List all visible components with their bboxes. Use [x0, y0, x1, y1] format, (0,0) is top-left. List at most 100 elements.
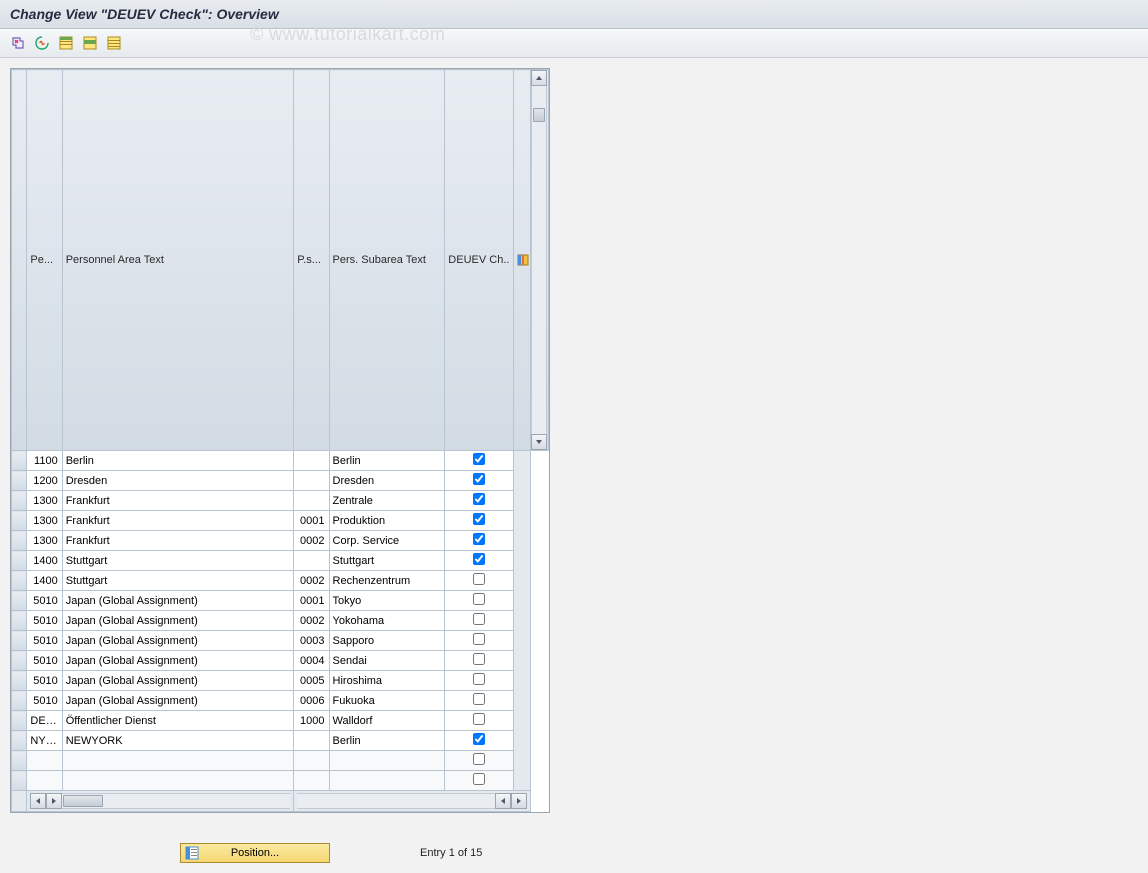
cell-personnel-subarea[interactable]: 0002: [294, 611, 329, 631]
deuev-checkbox[interactable]: [473, 533, 485, 545]
row-selector[interactable]: [12, 771, 27, 791]
cell-personnel-area[interactable]: DE01: [27, 711, 62, 731]
cell-deuev-check[interactable]: [445, 731, 513, 751]
cell-personnel-subarea[interactable]: 0002: [294, 531, 329, 551]
cell-personnel-subarea[interactable]: 0006: [294, 691, 329, 711]
cell-personnel-subarea[interactable]: [294, 491, 329, 511]
deuev-checkbox[interactable]: [473, 733, 485, 745]
cell-personnel-area[interactable]: 1300: [27, 531, 62, 551]
scroll-left-button[interactable]: [30, 793, 46, 809]
col-personnel-subarea-text[interactable]: Pers. Subarea Text: [329, 70, 445, 451]
cell-deuev-check[interactable]: [445, 671, 513, 691]
scroll-right-button[interactable]: [46, 793, 62, 809]
cell-personnel-area[interactable]: 1300: [27, 511, 62, 531]
cell-personnel-subarea[interactable]: 0003: [294, 631, 329, 651]
select-all-button[interactable]: [56, 33, 76, 53]
deuev-checkbox[interactable]: [473, 453, 485, 465]
deuev-checkbox[interactable]: [473, 573, 485, 585]
row-selector[interactable]: [12, 571, 27, 591]
cell-personnel-area[interactable]: 5010: [27, 631, 62, 651]
scroll-thumb[interactable]: [533, 108, 545, 122]
cell-personnel-area[interactable]: 5010: [27, 671, 62, 691]
cell-deuev-check[interactable]: [445, 691, 513, 711]
cell-personnel-area[interactable]: 5010: [27, 691, 62, 711]
scroll-left-button-2[interactable]: [495, 793, 511, 809]
cell-personnel-subarea[interactable]: [294, 451, 329, 471]
deselect-all-button[interactable]: [104, 33, 124, 53]
cell-personnel-subarea[interactable]: 0005: [294, 671, 329, 691]
cell-personnel-area[interactable]: 5010: [27, 651, 62, 671]
cell-personnel-area[interactable]: 1400: [27, 551, 62, 571]
cell-personnel-subarea[interactable]: 0004: [294, 651, 329, 671]
cell-deuev-check[interactable]: [445, 471, 513, 491]
cell-personnel-subarea[interactable]: 1000: [294, 711, 329, 731]
cell-deuev-check[interactable]: [445, 651, 513, 671]
row-selector-header[interactable]: [12, 70, 27, 451]
row-selector[interactable]: [12, 611, 27, 631]
row-selector[interactable]: [12, 511, 27, 531]
row-selector[interactable]: [12, 651, 27, 671]
other-view-button[interactable]: [8, 33, 28, 53]
cell-personnel-area[interactable]: NY01: [27, 731, 62, 751]
deuev-checkbox[interactable]: [473, 593, 485, 605]
col-personnel-area[interactable]: Pe...: [27, 70, 62, 451]
row-selector[interactable]: [12, 471, 27, 491]
cell-personnel-subarea[interactable]: 0001: [294, 511, 329, 531]
row-selector[interactable]: [12, 671, 27, 691]
row-selector[interactable]: [12, 751, 27, 771]
select-block-button[interactable]: [80, 33, 100, 53]
deuev-checkbox[interactable]: [473, 633, 485, 645]
cell-deuev-check[interactable]: [445, 551, 513, 571]
cell-personnel-subarea[interactable]: [294, 471, 329, 491]
horizontal-scrollbar-left[interactable]: [30, 793, 290, 809]
row-selector[interactable]: [12, 451, 27, 471]
cell-personnel-area[interactable]: 1200: [27, 471, 62, 491]
cell-personnel-subarea[interactable]: 0002: [294, 571, 329, 591]
cell-personnel-area[interactable]: 1400: [27, 571, 62, 591]
row-selector[interactable]: [12, 711, 27, 731]
row-selector[interactable]: [12, 491, 27, 511]
cell-deuev-check[interactable]: [445, 611, 513, 631]
cell-personnel-area[interactable]: 5010: [27, 611, 62, 631]
deuev-checkbox[interactable]: [473, 713, 485, 725]
cell-deuev-check[interactable]: [445, 451, 513, 471]
row-selector[interactable]: [12, 531, 27, 551]
row-selector[interactable]: [12, 691, 27, 711]
deuev-checkbox[interactable]: [473, 753, 485, 765]
deuev-checkbox[interactable]: [473, 553, 485, 565]
cell-deuev-check[interactable]: [445, 711, 513, 731]
cell-personnel-subarea[interactable]: 0001: [294, 591, 329, 611]
vertical-scrollbar[interactable]: [531, 70, 547, 450]
cell-personnel-area[interactable]: 5010: [27, 591, 62, 611]
position-button[interactable]: Position...: [180, 843, 330, 863]
deuev-checkbox[interactable]: [473, 513, 485, 525]
deuev-checkbox[interactable]: [473, 773, 485, 785]
configure-columns-button[interactable]: [513, 70, 531, 451]
cell-personnel-subarea[interactable]: [294, 551, 329, 571]
cell-deuev-check[interactable]: [445, 531, 513, 551]
cell-personnel-subarea[interactable]: [294, 731, 329, 751]
cell-personnel-area[interactable]: 1300: [27, 491, 62, 511]
scroll-up-button[interactable]: [531, 70, 547, 86]
row-selector[interactable]: [12, 551, 27, 571]
scroll-right-button-2[interactable]: [511, 793, 527, 809]
cell-deuev-check[interactable]: [445, 511, 513, 531]
cell-personnel-area[interactable]: 1100: [27, 451, 62, 471]
cell-deuev-check[interactable]: [445, 491, 513, 511]
cell-deuev-check[interactable]: [445, 631, 513, 651]
col-deuev-check[interactable]: DEUEV Ch..: [445, 70, 513, 451]
row-selector[interactable]: [12, 631, 27, 651]
change-switch-button[interactable]: [32, 33, 52, 53]
cell-deuev-check[interactable]: [445, 571, 513, 591]
deuev-checkbox[interactable]: [473, 473, 485, 485]
cell-deuev-check[interactable]: [445, 591, 513, 611]
col-personnel-area-text[interactable]: Personnel Area Text: [62, 70, 294, 451]
deuev-checkbox[interactable]: [473, 653, 485, 665]
deuev-checkbox[interactable]: [473, 493, 485, 505]
deuev-checkbox[interactable]: [473, 693, 485, 705]
row-selector[interactable]: [12, 731, 27, 751]
deuev-checkbox[interactable]: [473, 673, 485, 685]
col-personnel-subarea[interactable]: P.s...: [294, 70, 329, 451]
scroll-down-button[interactable]: [531, 434, 547, 450]
row-selector[interactable]: [12, 591, 27, 611]
